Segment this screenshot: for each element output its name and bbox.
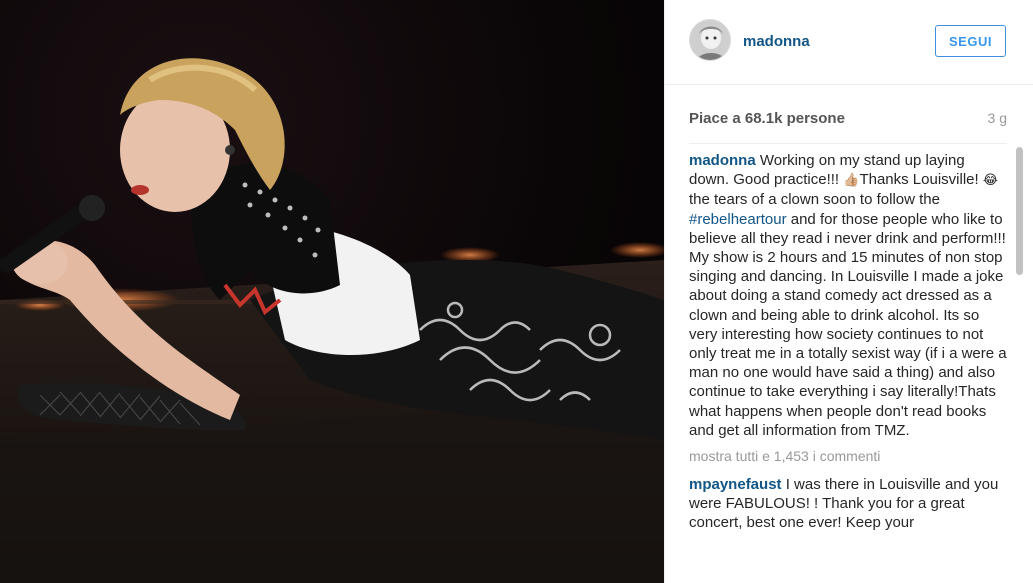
caption-text-4: and for those people who like to believe…: [689, 210, 1007, 439]
instagram-post-modal: madonna SEGUI Piace a 68.1k persone 3 g …: [0, 0, 1033, 583]
comments-list[interactable]: madonna Working on my stand up laying do…: [689, 143, 1007, 583]
likes-count[interactable]: Piace a 68.1k persone: [689, 110, 845, 127]
comment-username[interactable]: mpaynefaust: [689, 476, 782, 493]
scrollbar-thumb[interactable]: [1016, 147, 1023, 275]
hashtag-link[interactable]: #rebelheartour: [689, 211, 787, 228]
post-details-panel: madonna SEGUI Piace a 68.1k persone 3 g …: [664, 0, 1033, 583]
caption-text-2: Thanks Louisville!: [859, 171, 983, 189]
performer-photo: [0, 58, 664, 583]
caption-text-3: the tears of a clown soon to follow the: [689, 191, 940, 209]
show-all-comments-link[interactable]: mostra tutti e 1,453 i commenti: [689, 447, 1007, 465]
comments-scrollbar[interactable]: [1015, 144, 1024, 583]
post-time[interactable]: 3 g: [988, 110, 1007, 126]
tears-of-joy-icon: 😂: [982, 173, 999, 189]
comment-item: mpaynefaust I was there in Louisville an…: [689, 475, 1007, 533]
post-photo[interactable]: [0, 0, 664, 583]
post-stats: Piace a 68.1k persone 3 g: [689, 108, 1007, 128]
header-username[interactable]: madonna: [743, 33, 810, 50]
caption: madonna Working on my stand up laying do…: [689, 151, 1007, 440]
caption-username[interactable]: madonna: [689, 152, 756, 169]
post-header: madonna SEGUI: [665, 0, 1033, 85]
avatar[interactable]: [689, 19, 731, 61]
follow-button[interactable]: SEGUI: [935, 25, 1006, 57]
thumbs-up-icon: 👍🏼: [843, 173, 860, 189]
avatar-image-icon: [690, 20, 730, 60]
